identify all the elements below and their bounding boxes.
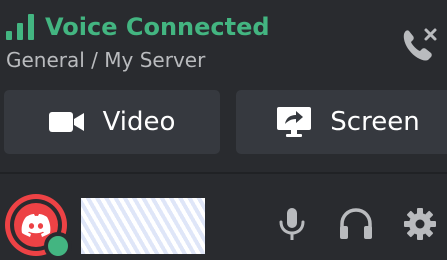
settings-button[interactable] <box>402 206 438 242</box>
deafen-button[interactable] <box>338 206 374 242</box>
headphones-icon <box>340 208 372 239</box>
gear-icon <box>404 208 436 240</box>
user-bar <box>0 174 447 260</box>
screen-button-label: Screen <box>330 107 420 137</box>
mute-button[interactable] <box>274 206 310 242</box>
microphone-icon <box>279 208 305 240</box>
screen-share-button[interactable]: Screen <box>236 90 447 154</box>
signal-bars-icon <box>6 14 34 40</box>
channel-path[interactable]: General / My Server <box>6 46 205 74</box>
phone-hangup-icon <box>403 28 437 61</box>
username-redacted-block[interactable] <box>81 198 205 254</box>
disconnect-button[interactable] <box>397 22 441 66</box>
voice-status-label[interactable]: Voice Connected <box>45 10 270 44</box>
voice-connection-header: Voice Connected General / My Server <box>0 0 447 80</box>
screen-share-icon <box>277 107 312 137</box>
video-camera-icon <box>48 112 84 132</box>
voice-user-panel: Voice Connected General / My Server Vide… <box>0 0 447 260</box>
video-button[interactable]: Video <box>4 90 220 154</box>
online-status-dot <box>44 232 72 260</box>
video-button-label: Video <box>102 107 176 137</box>
